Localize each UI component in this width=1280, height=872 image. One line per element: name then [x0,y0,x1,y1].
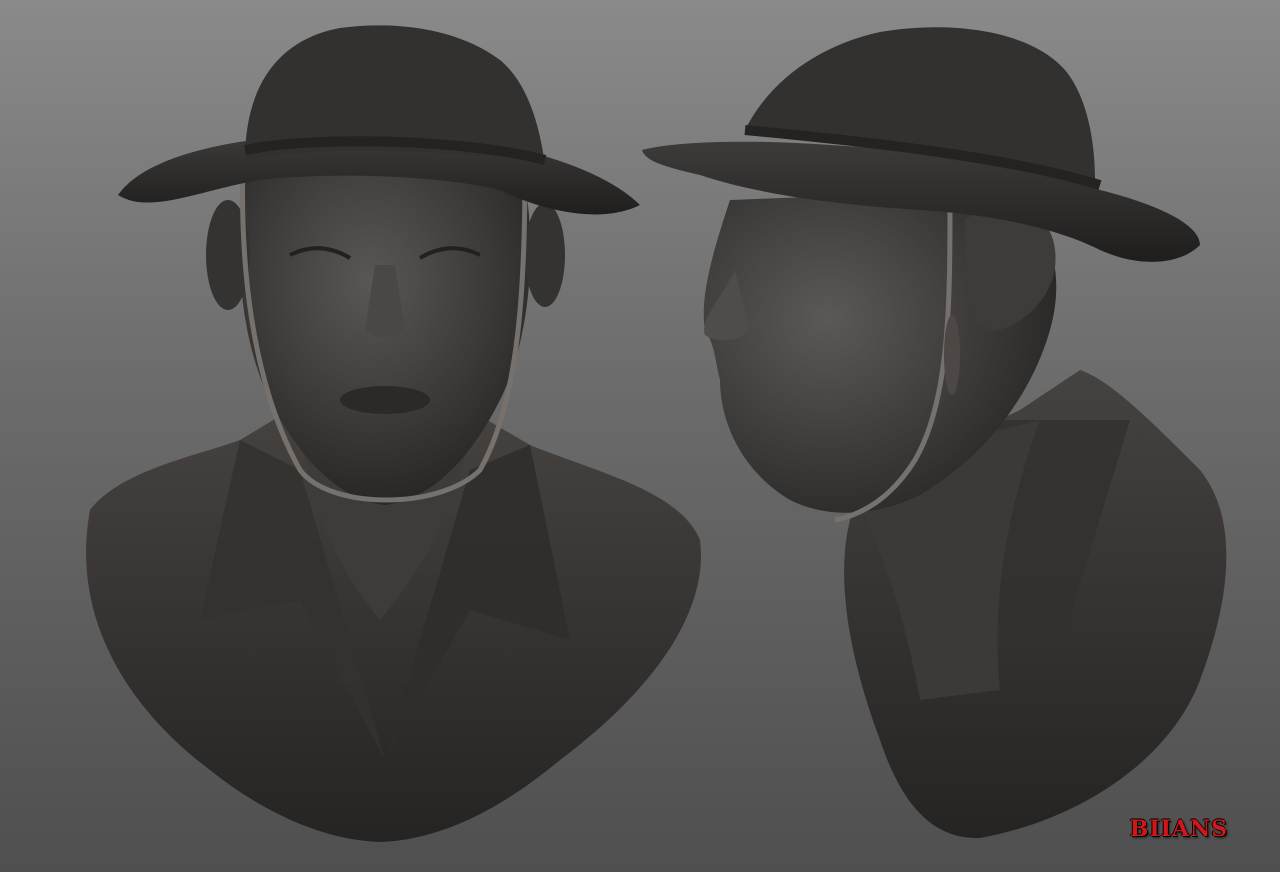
sculpt-render [86,25,1227,842]
artist-signature: BIIANS [1129,816,1228,842]
render-viewport: BIIANS [0,0,1280,872]
side-view-bust [642,27,1227,839]
front-view-bust [86,25,701,842]
